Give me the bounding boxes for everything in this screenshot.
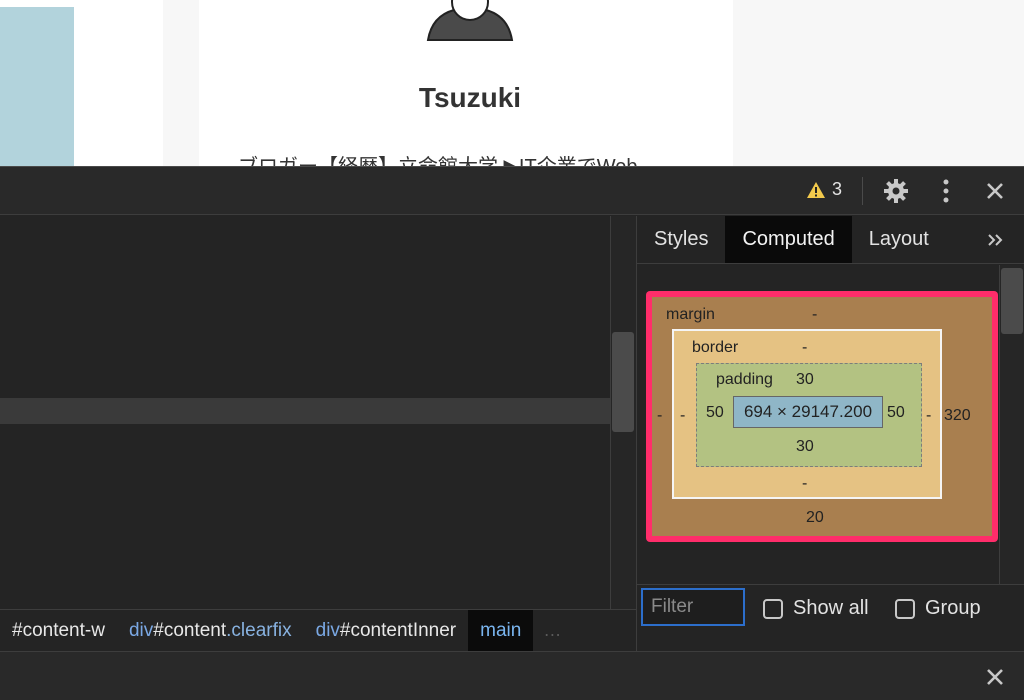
breadcrumb-overflow[interactable]: … xyxy=(533,620,561,641)
margin-left-value[interactable]: - xyxy=(657,407,662,425)
checkbox-icon[interactable] xyxy=(895,598,915,619)
close-icon[interactable] xyxy=(981,663,1009,691)
sidebar-scrollbar-thumb[interactable] xyxy=(1001,268,1023,334)
breadcrumb-item[interactable]: div #contentInner xyxy=(304,610,469,651)
show-all-label: Show all xyxy=(793,597,869,619)
close-icon[interactable] xyxy=(981,177,1009,205)
box-model-margin[interactable]: margin - - 320 20 border - - - - padding… xyxy=(652,297,992,536)
author-name: Tsuzuki xyxy=(418,82,522,113)
margin-top-value[interactable]: - xyxy=(812,306,817,324)
padding-top-value[interactable]: 30 xyxy=(796,371,814,389)
padding-label: padding xyxy=(716,371,773,388)
kebab-menu-icon[interactable] xyxy=(932,177,960,205)
tab-computed[interactable]: Computed xyxy=(725,216,852,263)
elements-scrollbar-thumb[interactable] xyxy=(612,332,634,432)
sidebar-tabs: Styles Computed Layout xyxy=(637,216,1024,264)
box-model-diagram: margin - - 320 20 border - - - - padding… xyxy=(646,291,998,542)
avatar xyxy=(426,0,514,41)
box-model-padding[interactable]: padding 30 50 50 30 694 × 29147.200 xyxy=(696,363,922,467)
padding-right-value[interactable]: 50 xyxy=(887,404,905,422)
computed-filter-bar: Filter Show all Group xyxy=(637,584,1024,651)
margin-bottom-value[interactable]: 20 xyxy=(806,509,824,527)
show-all-checkbox[interactable]: Show all xyxy=(763,597,869,620)
border-top-value[interactable]: - xyxy=(802,339,807,357)
warning-triangle-icon xyxy=(807,181,825,198)
styles-sidebar: Styles Computed Layout margin - - 320 20… xyxy=(636,216,1024,651)
page-image-block xyxy=(0,7,74,166)
toolbar-divider xyxy=(862,177,863,205)
border-left-value[interactable]: - xyxy=(680,407,685,425)
warning-count: 3 xyxy=(832,179,843,199)
border-right-value[interactable]: - xyxy=(926,407,931,425)
tab-styles[interactable]: Styles xyxy=(637,216,725,263)
margin-label: margin xyxy=(666,306,715,323)
border-bottom-value[interactable]: - xyxy=(802,475,807,493)
breadcrumb-item[interactable]: div #content .clearfix xyxy=(117,610,304,651)
elements-tree[interactable] xyxy=(0,216,636,609)
breadcrumb: #content-w div #content .clearfix div #cont… xyxy=(0,609,636,651)
chevron-double-right-icon[interactable] xyxy=(987,228,1003,254)
group-label: Group xyxy=(925,597,981,619)
author-bio: ブロガー【経歴】立命館大学 ▶IT企業でWeb xyxy=(238,150,637,166)
devtools-panel: 3 #content-w div #content .clearfix div … xyxy=(0,166,1024,700)
page-side-strip xyxy=(163,0,199,166)
devtools-toolbar: 3 xyxy=(0,167,1024,215)
box-model-border[interactable]: border - - - - padding 30 50 50 30 694 ×… xyxy=(672,329,942,499)
breadcrumb-item-active[interactable]: main xyxy=(468,610,534,651)
selected-node-row[interactable] xyxy=(0,398,610,424)
warnings-button[interactable]: 3 xyxy=(806,179,842,200)
checkbox-icon[interactable] xyxy=(763,598,783,619)
webpage-preview: Tsuzuki ブロガー【経歴】立命館大学 ▶IT企業でWeb xyxy=(0,0,1024,166)
border-label: border xyxy=(692,339,739,356)
filter-input[interactable]: Filter xyxy=(641,588,745,626)
padding-bottom-value[interactable]: 30 xyxy=(796,438,814,456)
drawer-toolbar xyxy=(0,651,1024,700)
gear-icon[interactable] xyxy=(882,177,910,205)
page-side-strip-right xyxy=(733,0,1024,166)
breadcrumb-item[interactable]: #content-w xyxy=(0,610,117,651)
padding-left-value[interactable]: 50 xyxy=(706,404,724,422)
margin-right-value[interactable]: 320 xyxy=(944,407,971,425)
box-model-content-size[interactable]: 694 × 29147.200 xyxy=(733,396,883,428)
group-checkbox[interactable]: Group xyxy=(895,597,981,620)
tab-layout[interactable]: Layout xyxy=(852,216,946,263)
